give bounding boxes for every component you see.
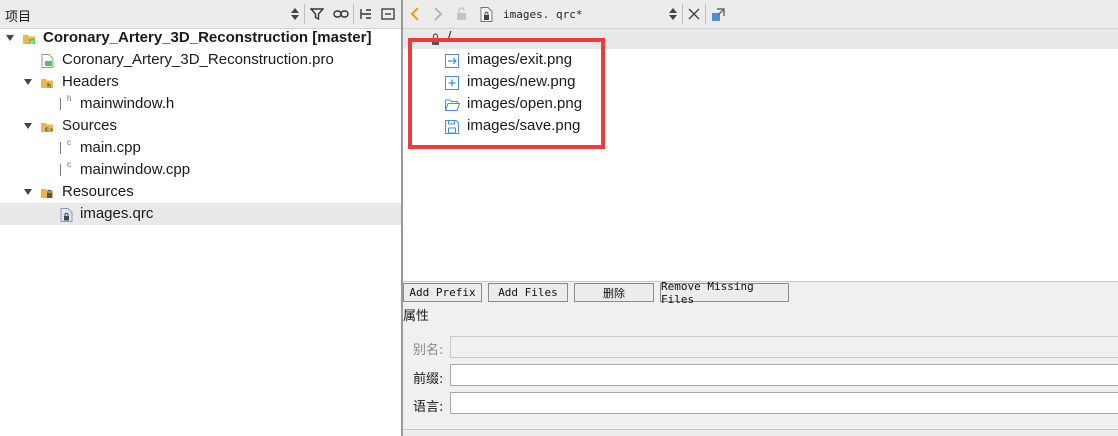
project-panel: 项目 qt Coronary_Artery_3D_Reconstruction … [0, 0, 401, 436]
toolbar-separator [304, 4, 305, 24]
tree-row-project[interactable]: qt Coronary_Artery_3D_Reconstruction [ma… [0, 27, 401, 49]
tree-row-file-selected[interactable]: images.qrc [0, 203, 401, 225]
tree-row-file[interactable]: c mainwindow.cpp [0, 159, 401, 181]
filter-icon[interactable] [309, 6, 325, 22]
highlight-box [408, 38, 605, 149]
svg-text:C+: C+ [45, 128, 54, 134]
file-label: main.cpp [80, 139, 141, 156]
close-panel-icon[interactable] [380, 6, 396, 22]
add-prefix-button[interactable]: Add Prefix [403, 283, 482, 302]
close-icon[interactable] [687, 6, 701, 22]
status-strip [403, 429, 1118, 436]
link-icon[interactable] [332, 6, 350, 22]
alias-field [450, 336, 1118, 358]
resource-tree: / images/exit.png images/new.png images/… [403, 29, 1118, 282]
qt-project-icon: qt [22, 31, 35, 45]
file-mark-icon: h [67, 94, 72, 103]
toolbar-separator [353, 4, 354, 24]
qrc-file-icon [60, 207, 73, 222]
project-toolbar: 项目 [0, 0, 401, 29]
file-label: mainwindow.h [80, 95, 175, 112]
back-arrow-icon[interactable] [408, 6, 422, 22]
delete-button[interactable]: 删除 [574, 283, 654, 302]
toolbar-separator [705, 4, 706, 24]
editor-toolbar: images. qrc* [403, 0, 1118, 29]
expand-arrow-icon[interactable] [24, 79, 32, 85]
tree-row-sources[interactable]: C+ Sources [0, 115, 401, 137]
qrc-file-icon [479, 6, 493, 22]
headers-label: Headers [62, 73, 119, 90]
language-label: 语言: [413, 400, 444, 415]
unlock-icon[interactable] [455, 6, 469, 22]
alias-label: 别名: [413, 343, 444, 358]
editor-file-name: images. qrc* [503, 8, 583, 21]
forward-arrow-icon[interactable] [431, 6, 445, 22]
svg-text:h: h [47, 83, 51, 90]
resources-folder-icon [40, 185, 53, 199]
file-tick-icon [60, 164, 61, 176]
properties-title: 属性 [403, 309, 430, 324]
qt-creator-window: 项目 qt Coronary_Artery_3D_Reconstruction … [0, 0, 1118, 436]
updown-icon[interactable] [667, 6, 679, 22]
prefix-field-label: 前缀: [413, 372, 444, 387]
file-label: images.qrc [80, 205, 154, 222]
prefix-field[interactable] [450, 364, 1118, 386]
headers-folder-icon: h [40, 75, 53, 90]
file-mark-icon: c [67, 138, 71, 147]
file-mark-icon: c [67, 160, 71, 169]
svg-text:qt: qt [30, 39, 35, 44]
file-tick-icon [60, 142, 61, 154]
pro-file-icon [41, 53, 54, 68]
expand-arrow-icon[interactable] [24, 189, 32, 195]
tree-row-resources[interactable]: Resources [0, 181, 401, 203]
split-icon[interactable] [358, 6, 374, 22]
remove-missing-files-button[interactable]: Remove Missing Files [660, 280, 789, 306]
updown-icon[interactable] [289, 6, 301, 22]
add-files-button[interactable]: Add Files [488, 283, 568, 302]
expand-arrow-icon[interactable] [24, 123, 32, 129]
file-label: mainwindow.cpp [80, 161, 191, 178]
sources-folder-icon: C+ [40, 119, 54, 134]
resource-button-bar: Add Prefix Add Files 删除 Remove Missing F… [403, 280, 1118, 306]
toolbar-separator [682, 4, 683, 24]
editor-panel: images. qrc* / images/exit.png images/ne… [403, 0, 1118, 436]
tree-row-headers[interactable]: h Headers [0, 71, 401, 93]
tree-row-file[interactable]: h mainwindow.h [0, 93, 401, 115]
sources-label: Sources [62, 117, 118, 134]
tree-row-pro-file[interactable]: Coronary_Artery_3D_Reconstruction.pro [0, 49, 401, 71]
language-field[interactable] [450, 392, 1118, 414]
project-name: Coronary_Artery_3D_Reconstruction [maste… [43, 29, 372, 46]
pro-file-label: Coronary_Artery_3D_Reconstruction.pro [62, 51, 334, 68]
split-editor-icon[interactable] [710, 6, 726, 22]
project-panel-title: 项目 [5, 10, 32, 25]
properties-panel: 属性 别名: 前缀: 语言: [403, 303, 1118, 436]
resources-label: Resources [62, 183, 134, 200]
expand-arrow-icon[interactable] [6, 35, 14, 41]
file-tick-icon [60, 98, 61, 110]
tree-row-file[interactable]: c main.cpp [0, 137, 401, 159]
